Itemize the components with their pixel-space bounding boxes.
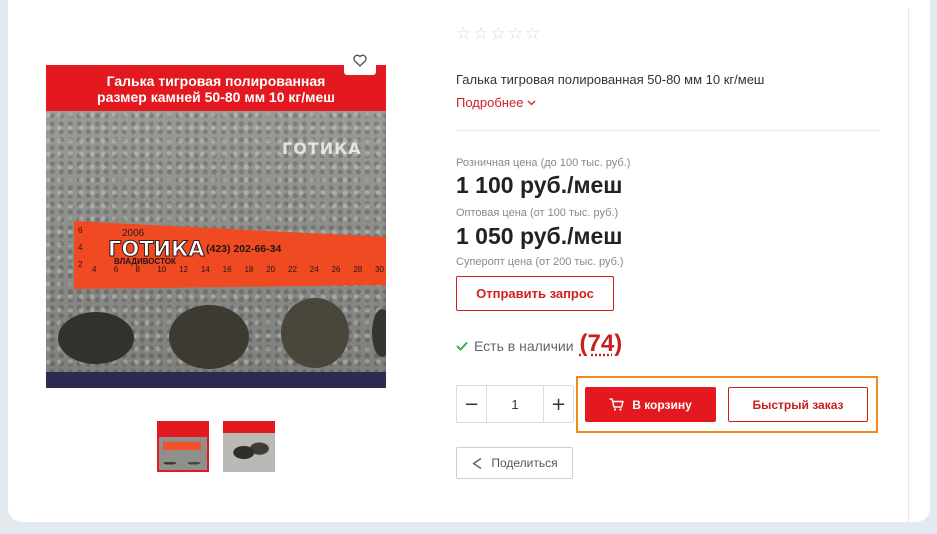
thumbnail-banner xyxy=(159,423,207,437)
thumbnail-body xyxy=(159,437,207,470)
stone-3 xyxy=(281,298,349,368)
ruler-tick-label: 12 xyxy=(179,265,188,274)
thumbnail-body xyxy=(223,433,275,472)
check-icon xyxy=(456,341,468,351)
quantity-input[interactable]: 1 xyxy=(486,386,544,422)
add-to-cart-button[interactable]: В корзину xyxy=(585,387,716,422)
thumbnail-1[interactable] xyxy=(157,421,209,472)
ruler-tick-label: 26 xyxy=(332,265,341,274)
ruler-side-tick-label: 4 xyxy=(78,243,83,252)
star-icon: ☆ xyxy=(473,24,489,44)
share-label: Поделиться xyxy=(491,456,558,470)
ruler-tick-label: 30 xyxy=(375,265,384,274)
superwholesale-price-label: Суперопт цена (от 200 тыс. руб.) xyxy=(456,256,624,268)
wholesale-price-label: Оптовая цена (от 100 тыс. руб.) xyxy=(456,207,619,219)
ruler-tick-label: 16 xyxy=(223,265,232,274)
add-to-cart-label: В корзину xyxy=(632,397,692,412)
ruler-tick-label: 10 xyxy=(157,265,166,274)
retail-price-value: 1 100 руб./меш xyxy=(456,172,623,198)
thumbnail-banner xyxy=(223,421,275,433)
more-link-label: Подробнее xyxy=(456,95,524,110)
star-icon: ☆ xyxy=(525,24,541,44)
star-icon: ☆ xyxy=(490,24,506,44)
ruler-and-stones: 2006 ГОТИКА (423) 202-66-34 ВЛАДИВОСТОК … xyxy=(46,221,386,388)
ruler-side-tick-label: 2 xyxy=(78,260,83,269)
divider xyxy=(456,130,880,131)
heart-icon xyxy=(353,54,367,67)
ruler-side-ticks: 6 4 2 xyxy=(78,226,83,269)
favorite-button[interactable] xyxy=(344,45,376,75)
quantity-increase-button[interactable]: + xyxy=(544,386,573,422)
thumbnail-2[interactable] xyxy=(223,421,275,472)
product-description: Галька тигровая полированная 50-80 мм 10… xyxy=(456,72,765,87)
ruler-tick-label: 18 xyxy=(244,265,253,274)
send-request-button[interactable]: Отправить запрос xyxy=(456,276,614,311)
ruler-phone: (423) 202-66-34 xyxy=(206,243,281,255)
ruler-tick-label: 6 xyxy=(114,265,119,274)
stock-count: (74) xyxy=(579,330,623,357)
product-main-image[interactable]: Галька тигровая полированная размер камн… xyxy=(46,65,386,388)
ruler-tick-label: 22 xyxy=(288,265,297,274)
wholesale-price-value: 1 050 руб./меш xyxy=(456,223,623,249)
chevron-down-icon xyxy=(527,100,536,105)
ruler-tick-label: 24 xyxy=(310,265,319,274)
quantity-stepper[interactable]: − 1 + xyxy=(456,385,574,423)
ruler-side-tick-label: 6 xyxy=(78,226,83,235)
share-icon xyxy=(473,457,482,469)
cart-icon xyxy=(609,398,624,411)
stock-label: Есть в наличии xyxy=(474,338,574,354)
image-footer-bar xyxy=(46,372,386,388)
ruler-tick-label: 8 xyxy=(136,265,141,274)
stone-4 xyxy=(372,309,386,357)
more-link[interactable]: Подробнее xyxy=(456,95,536,110)
ruler-tick-label: 28 xyxy=(353,265,362,274)
star-icon: ☆ xyxy=(456,24,472,44)
ruler-tick-label: 4 xyxy=(92,265,97,274)
thumbnail-stones xyxy=(161,456,205,468)
ruler-tick-label: 14 xyxy=(201,265,210,274)
share-button[interactable]: Поделиться xyxy=(456,447,573,479)
stock-status: Есть в наличии (74) xyxy=(456,330,622,358)
column-divider xyxy=(908,8,909,522)
ruler-tick-label: 20 xyxy=(266,265,275,274)
stone-1 xyxy=(58,312,134,364)
star-icon: ☆ xyxy=(507,24,523,44)
rating-stars[interactable]: ☆ ☆ ☆ ☆ ☆ xyxy=(456,24,540,44)
thumbnail-ruler xyxy=(163,442,201,450)
stone-2 xyxy=(169,305,249,369)
quantity-decrease-button[interactable]: − xyxy=(457,386,486,422)
retail-price-label: Розничная цена (до 100 тыс. руб.) xyxy=(456,157,631,169)
ruler-city: ВЛАДИВОСТОК xyxy=(114,257,176,266)
quick-order-button[interactable]: Быстрый заказ xyxy=(728,387,868,422)
